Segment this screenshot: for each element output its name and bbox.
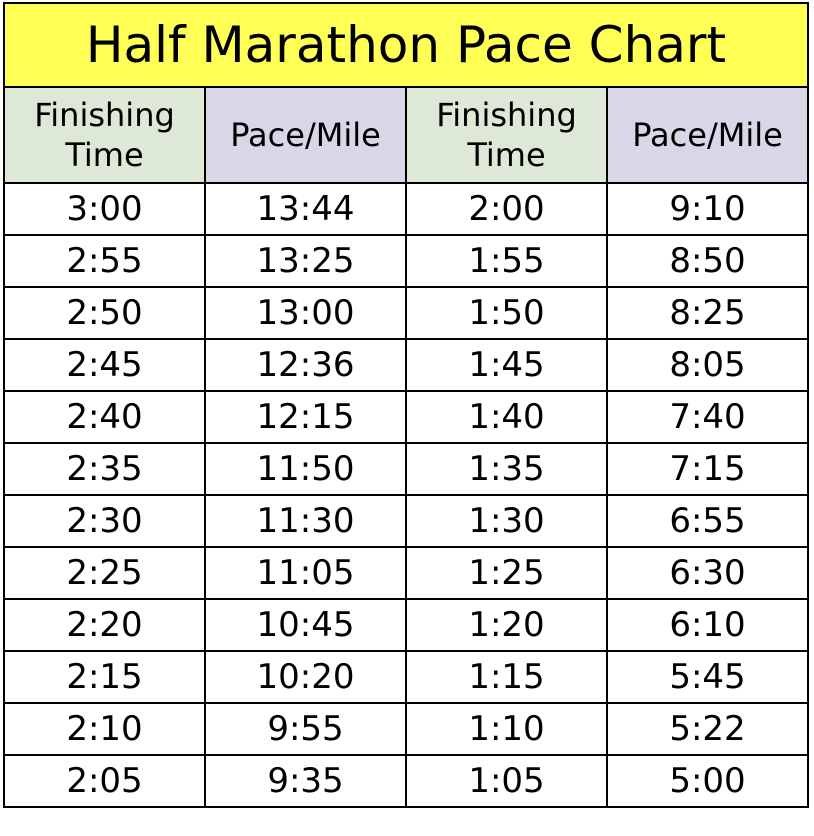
finishing-time-cell: 1:15 <box>405 650 608 704</box>
table-body: 3:00 13:44 2:00 9:10 2:55 13:25 1:55 8:50 2:50 13… <box>3 182 809 808</box>
finishing-time-cell: 2:10 <box>3 702 206 756</box>
header-line: Time <box>467 136 546 174</box>
finishing-time-cell: 1:30 <box>405 494 608 548</box>
pace-cell: 9:10 <box>606 182 809 236</box>
pace-cell: 7:40 <box>606 390 809 444</box>
table-row: 2:55 13:25 1:55 8:50 <box>3 234 809 288</box>
pace-cell: 6:55 <box>606 494 809 548</box>
finishing-time-cell: 2:35 <box>3 442 206 496</box>
pace-cell: 10:20 <box>204 650 407 704</box>
pace-cell: 10:45 <box>204 598 407 652</box>
pace-cell: 11:30 <box>204 494 407 548</box>
table-row: 2:30 11:30 1:30 6:55 <box>3 494 809 548</box>
table-row: 2:50 13:00 1:50 8:25 <box>3 286 809 340</box>
pace-chart: Half Marathon Pace Chart Finishing Time … <box>3 2 809 808</box>
table-row: 2:15 10:20 1:15 5:45 <box>3 650 809 704</box>
header-line: Finishing <box>436 96 577 134</box>
header-finishing-time-1: Finishing Time <box>3 86 206 184</box>
pace-cell: 8:25 <box>606 286 809 340</box>
table-row: 2:45 12:36 1:45 8:05 <box>3 338 809 392</box>
table-row: 2:25 11:05 1:25 6:30 <box>3 546 809 600</box>
finishing-time-cell: 2:00 <box>405 182 608 236</box>
finishing-time-cell: 2:55 <box>3 234 206 288</box>
pace-table: Half Marathon Pace Chart Finishing Time … <box>3 2 809 808</box>
table-row: 2:10 9:55 1:10 5:22 <box>3 702 809 756</box>
pace-cell: 8:05 <box>606 338 809 392</box>
table-row: 2:05 9:35 1:05 5:00 <box>3 754 809 808</box>
finishing-time-cell: 2:40 <box>3 390 206 444</box>
finishing-time-cell: 2:15 <box>3 650 206 704</box>
finishing-time-cell: 1:45 <box>405 338 608 392</box>
pace-cell: 5:22 <box>606 702 809 756</box>
header-pace-mile-2: Pace/Mile <box>606 86 809 184</box>
table-row: 2:20 10:45 1:20 6:10 <box>3 598 809 652</box>
finishing-time-cell: 2:25 <box>3 546 206 600</box>
pace-cell: 7:15 <box>606 442 809 496</box>
finishing-time-cell: 2:05 <box>3 754 206 808</box>
pace-cell: 9:55 <box>204 702 407 756</box>
pace-cell: 5:00 <box>606 754 809 808</box>
pace-cell: 9:35 <box>204 754 407 808</box>
pace-cell: 5:45 <box>606 650 809 704</box>
finishing-time-cell: 2:45 <box>3 338 206 392</box>
table-row: 3:00 13:44 2:00 9:10 <box>3 182 809 236</box>
chart-title: Half Marathon Pace Chart <box>3 2 809 88</box>
finishing-time-cell: 2:30 <box>3 494 206 548</box>
finishing-time-cell: 1:25 <box>405 546 608 600</box>
header-line: Finishing <box>34 96 175 134</box>
pace-cell: 12:15 <box>204 390 407 444</box>
finishing-time-cell: 1:10 <box>405 702 608 756</box>
pace-cell: 6:30 <box>606 546 809 600</box>
header-line: Time <box>65 136 144 174</box>
finishing-time-cell: 1:55 <box>405 234 608 288</box>
finishing-time-cell: 1:40 <box>405 390 608 444</box>
pace-cell: 11:50 <box>204 442 407 496</box>
pace-cell: 13:00 <box>204 286 407 340</box>
finishing-time-cell: 1:20 <box>405 598 608 652</box>
finishing-time-cell: 2:20 <box>3 598 206 652</box>
finishing-time-cell: 1:05 <box>405 754 608 808</box>
finishing-time-cell: 3:00 <box>3 182 206 236</box>
finishing-time-cell: 2:50 <box>3 286 206 340</box>
finishing-time-cell: 1:50 <box>405 286 608 340</box>
table-row: 2:35 11:50 1:35 7:15 <box>3 442 809 496</box>
header-finishing-time-2: Finishing Time <box>405 86 608 184</box>
pace-cell: 11:05 <box>204 546 407 600</box>
table-row: 2:40 12:15 1:40 7:40 <box>3 390 809 444</box>
pace-cell: 13:25 <box>204 234 407 288</box>
pace-cell: 8:50 <box>606 234 809 288</box>
pace-cell: 6:10 <box>606 598 809 652</box>
pace-cell: 12:36 <box>204 338 407 392</box>
pace-cell: 13:44 <box>204 182 407 236</box>
finishing-time-cell: 1:35 <box>405 442 608 496</box>
header-pace-mile-1: Pace/Mile <box>204 86 407 184</box>
